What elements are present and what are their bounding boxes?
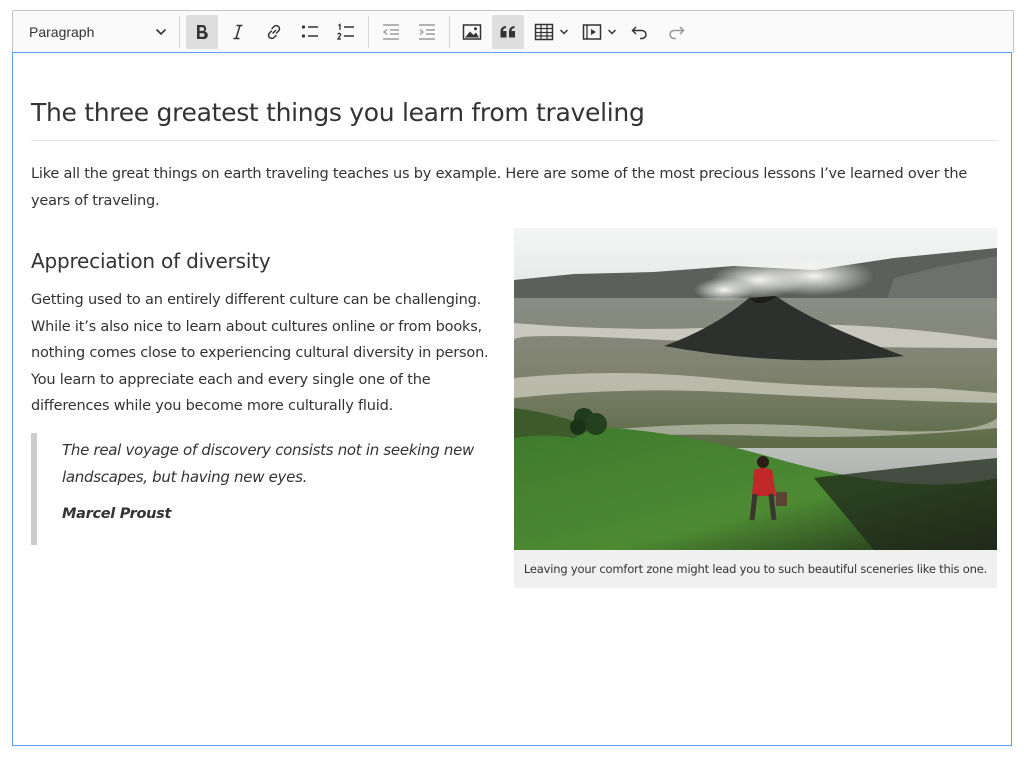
undo-icon bbox=[631, 26, 647, 40]
editor-content-area[interactable]: The three greatest things you learn from… bbox=[12, 52, 1012, 746]
italic-button[interactable] bbox=[222, 15, 254, 49]
outdent-icon bbox=[382, 24, 399, 40]
document-title: The three greatest things you learn from… bbox=[31, 98, 997, 141]
redo-button[interactable] bbox=[660, 15, 692, 49]
intro-paragraph: Like all the great things on earth trave… bbox=[31, 166, 968, 209]
bold-icon bbox=[197, 24, 208, 40]
table-icon bbox=[534, 23, 554, 41]
quote-author: Marcel Proust bbox=[62, 506, 172, 522]
numbered-list-icon bbox=[336, 23, 354, 40]
heading-dropdown-label: Paragraph bbox=[29, 24, 95, 40]
bulleted-list-icon bbox=[301, 25, 318, 38]
chevron-down-icon bbox=[559, 29, 569, 35]
bulleted-list-button[interactable] bbox=[294, 15, 326, 49]
insert-image-button[interactable] bbox=[456, 15, 488, 49]
heading-dropdown[interactable]: Paragraph bbox=[17, 15, 175, 49]
bold-button[interactable] bbox=[186, 15, 218, 49]
redo-icon bbox=[669, 26, 685, 40]
italic-icon bbox=[233, 24, 243, 40]
toolbar-separator bbox=[368, 16, 369, 48]
numbered-list-button[interactable] bbox=[330, 15, 362, 49]
indent-button[interactable] bbox=[411, 15, 443, 49]
outdent-button[interactable] bbox=[375, 15, 407, 49]
link-icon bbox=[267, 24, 281, 40]
quote-text: The real voyage of discovery consists no… bbox=[62, 441, 474, 486]
undo-button[interactable] bbox=[624, 15, 656, 49]
indent-icon bbox=[419, 24, 435, 40]
toolbar-separator bbox=[449, 16, 450, 48]
insert-media-button[interactable] bbox=[576, 15, 620, 49]
image-figure[interactable]: Leaving your comfort zone might lead you… bbox=[514, 228, 997, 588]
figure-caption: Leaving your comfort zone might lead you… bbox=[523, 562, 988, 576]
rich-text-editor: Paragraph The three greatest things you … bbox=[12, 10, 1014, 747]
landscape-photo bbox=[514, 228, 997, 550]
image-icon bbox=[462, 24, 482, 40]
chevron-down-icon bbox=[155, 28, 167, 36]
link-button[interactable] bbox=[258, 15, 290, 49]
media-icon bbox=[582, 24, 602, 40]
chevron-down-icon bbox=[607, 29, 617, 35]
toolbar-separator bbox=[179, 16, 180, 48]
block-quote-icon bbox=[500, 26, 515, 38]
section-paragraph: Getting used to an entirely different cu… bbox=[31, 292, 489, 414]
editor-toolbar: Paragraph bbox=[12, 10, 1014, 53]
block-quote: The real voyage of discovery consists no… bbox=[31, 433, 481, 545]
insert-table-button[interactable] bbox=[528, 15, 572, 49]
section-heading: Appreciation of diversity bbox=[31, 249, 271, 273]
block-quote-button[interactable] bbox=[492, 15, 524, 49]
